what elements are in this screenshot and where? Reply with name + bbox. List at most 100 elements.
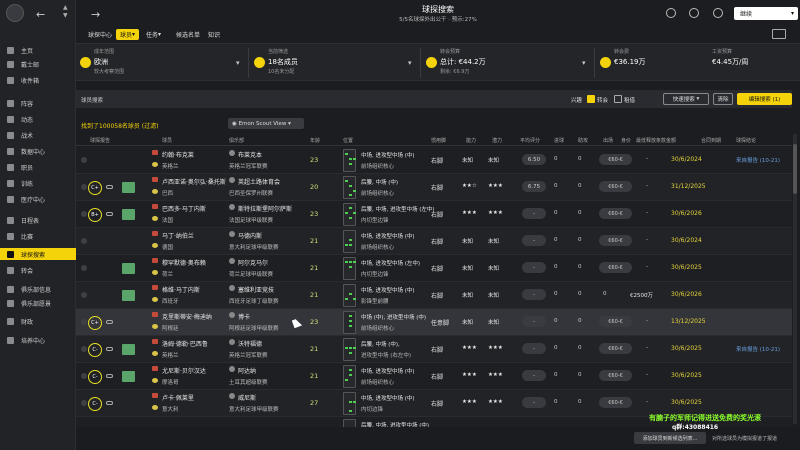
col-contract-end[interactable]: 合同到期 [701,137,721,144]
col-release-clause[interactable]: 最低释放条款金额 [636,137,676,144]
scout-report-icon[interactable] [106,212,113,216]
sidebar-item[interactable]: 收件箱 [0,74,76,86]
table-row[interactable]: 约翰·布克莱 英格兰 布莱克本 英格兰冠军联赛 23 中场, 进攻型中场 (中) 前场组织核… [76,147,792,174]
tab-shortlist[interactable]: 候选名单 [172,29,204,40]
col-position[interactable]: 位置 [343,137,353,144]
filter-members-card[interactable]: 当前筛选 18名成员 10名未分配 ▾ [252,48,417,78]
col-avg-rating[interactable]: 平均评分 [520,137,540,144]
col-apps[interactable]: 出场 [603,137,613,144]
row-select-radio[interactable] [81,373,87,379]
player-name[interactable]: 穆罕默德·奥布赖 [162,258,206,267]
club-name[interactable]: 沃特福德 [238,339,262,348]
player-name[interactable]: 卢卡·佩莱里 [162,393,194,402]
club-name[interactable]: 塞维利亚竞技 [238,285,274,294]
club-logo[interactable] [6,4,24,22]
cast-screen-icon[interactable] [772,29,786,39]
tab-assignments[interactable]: 任务 ▾ [142,29,165,40]
add-to-shortlist-button[interactable]: 添加球员到新候选列表... [634,432,706,444]
row-select-radio[interactable] [81,184,87,190]
back-arrow-icon[interactable]: ← [36,8,45,21]
row-select-radio[interactable] [81,211,87,217]
scout-report-icon[interactable] [106,185,113,189]
sidebar-item[interactable]: 俱乐部信息 [0,283,76,295]
sidebar-item[interactable]: 动态 [0,113,76,125]
table-row[interactable]: 格维·马丁内斯 西班牙 塞维利亚竞技 西班牙足球丁级联赛 21 中场, 进攻型中场 (中)… [76,282,792,309]
sidebar-item[interactable]: 训练 [0,177,76,189]
chevron-down-icon[interactable]: ▾ [582,59,586,67]
sidebar-item[interactable]: 阵容 [0,97,76,109]
row-select-radio[interactable] [81,238,87,244]
col-assists[interactable]: 助攻 [578,137,588,144]
edit-search-button[interactable]: 编辑搜索 (1) [737,93,792,105]
gear-icon[interactable] [713,8,723,18]
col-value[interactable]: 身价 [621,137,631,144]
tab-knowledge[interactable]: 知识 [204,29,224,40]
up-down-arrows-icon[interactable]: ▲ ▼ [63,4,68,20]
table-row[interactable]: C- 尤尼斯·贝尔汉达 摩洛哥 阿达纳 土耳其超级联赛 21 中场, 进攻型中场 (中) 前场… [76,363,792,390]
lightbulb-icon[interactable] [666,8,676,18]
clear-button[interactable]: 清除 [713,93,733,105]
table-row[interactable]: B+ 巴西多·马丁内斯 法国 斯特拉斯堡阿尔萨斯 法国足球甲级联赛 23 后腰, 中场, 进… [76,201,792,228]
chevron-down-icon[interactable]: ▾ [236,59,240,67]
col-scout-verdict[interactable]: 球探结论 [736,137,756,144]
col-foot[interactable]: 惯用脚 [431,137,446,144]
club-name[interactable]: 马德内斯 [238,231,262,240]
player-name[interactable]: 克里斯蒂安·梅迪纳 [162,312,212,321]
scout-report-icon[interactable] [106,320,113,324]
col-player[interactable]: 球员 [162,137,172,144]
club-name[interactable]: 博卡 [238,312,250,321]
tab-players[interactable]: 球员 ▾ [116,29,140,40]
sidebar-item[interactable]: 比赛 [0,230,76,242]
row-select-radio[interactable] [81,346,87,352]
filter-range-card[interactable]: 成年范围 欧洲 较大考察范围 ▾ [78,48,243,78]
table-row[interactable]: C- 洛姆·德勒·巴西鲁 英格兰 沃特福德 英格兰冠军联赛 21 后腰, 中场 (中), 进攻… [76,336,792,363]
sidebar-item[interactable]: 培养中心 [0,334,76,346]
table-row[interactable]: C+ 克里斯蒂安·梅迪纳 阿根廷 博卡 阿根廷足球甲级联赛 23 中场 (中), 进攻型中场… [76,309,792,336]
sidebar-item[interactable]: 日程表 [0,214,76,226]
sidebar-item[interactable]: 职员 [0,161,76,173]
col-potential[interactable]: 潜力 [492,137,502,144]
row-select-radio[interactable] [81,400,87,406]
scout-verdict[interactable]: 来自报告 (10-21) [736,345,780,353]
view-selector[interactable]: ◉ Emon Scout View ▾ [228,118,304,129]
scout-report-icon[interactable] [106,401,113,405]
tab-scout-center[interactable]: 球探中心 [84,29,116,40]
player-name[interactable]: 巴西多·马丁内斯 [162,204,206,213]
club-name[interactable]: 斯特拉斯堡阿尔萨斯 [238,204,292,213]
sidebar-item[interactable]: 数据中心 [0,145,76,157]
sidebar-item[interactable]: 战术 [0,129,76,141]
club-name[interactable]: 阿尔克马尔 [238,258,268,267]
quick-search-dropdown[interactable]: 快速搜索 ▾ [663,93,709,105]
scout-verdict[interactable]: 来自报告 (10-21) [736,156,780,164]
col-club[interactable]: 俱乐部 [229,137,244,144]
table-row[interactable]: C+ 卢西亚诺·奥尔弘·桑托斯 巴西 英超土路体育会 巴西圣保罗州联赛 20 后腰, 中场 … [76,174,792,201]
sidebar-item[interactable]: 主页 [0,44,76,56]
col-ability[interactable]: 能力 [466,137,476,144]
club-name[interactable]: 阿达纳 [238,366,256,375]
loan-checkbox[interactable] [614,95,622,103]
help-icon[interactable] [689,8,699,18]
sidebar-item[interactable]: 球探搜索 [0,248,76,260]
player-name[interactable]: 洛姆·德勒·巴西鲁 [162,339,208,348]
player-name[interactable]: 格维·马丁内斯 [162,285,200,294]
filter-budget-card[interactable]: 转会预算 总计: €44.2万 剩余: €6.9万 ▾ [424,48,589,78]
sidebar-item[interactable]: 医疗中心 [0,193,76,205]
sidebar-item[interactable]: 俱乐部愿景 [0,297,76,309]
transfer-checkbox[interactable] [587,95,595,103]
player-name[interactable]: 卢西亚诺·奥尔弘·桑托斯 [162,177,226,186]
scout-report-icon[interactable] [106,347,113,351]
table-row[interactable]: 穆罕默德·奥布赖 荷兰 阿尔克马尔 荷兰足球甲级联赛 21 中场, 进攻型中场 (左中) 内… [76,255,792,282]
sidebar-item[interactable]: 财政 [0,315,76,327]
row-select-radio[interactable] [81,319,87,325]
row-select-radio[interactable] [81,292,87,298]
row-select-radio[interactable] [81,265,87,271]
scout-report-icon[interactable] [106,374,113,378]
scrollbar[interactable] [793,134,797,424]
player-name[interactable]: 马丁·纳伯兰 [162,231,194,240]
chevron-down-icon[interactable]: ▾ [408,59,412,67]
table-row[interactable]: 马丁·纳伯兰 德国 马德内斯 意大利足球甲级联赛 21 中场, 进攻型中场 (中) 前场组织… [76,228,792,255]
col-scout-report[interactable]: 球探报告 [90,137,110,144]
club-name[interactable]: 布莱克本 [238,150,262,159]
sidebar-item[interactable]: 戴士邮 [0,58,76,70]
col-age[interactable]: 年龄 [310,137,320,144]
